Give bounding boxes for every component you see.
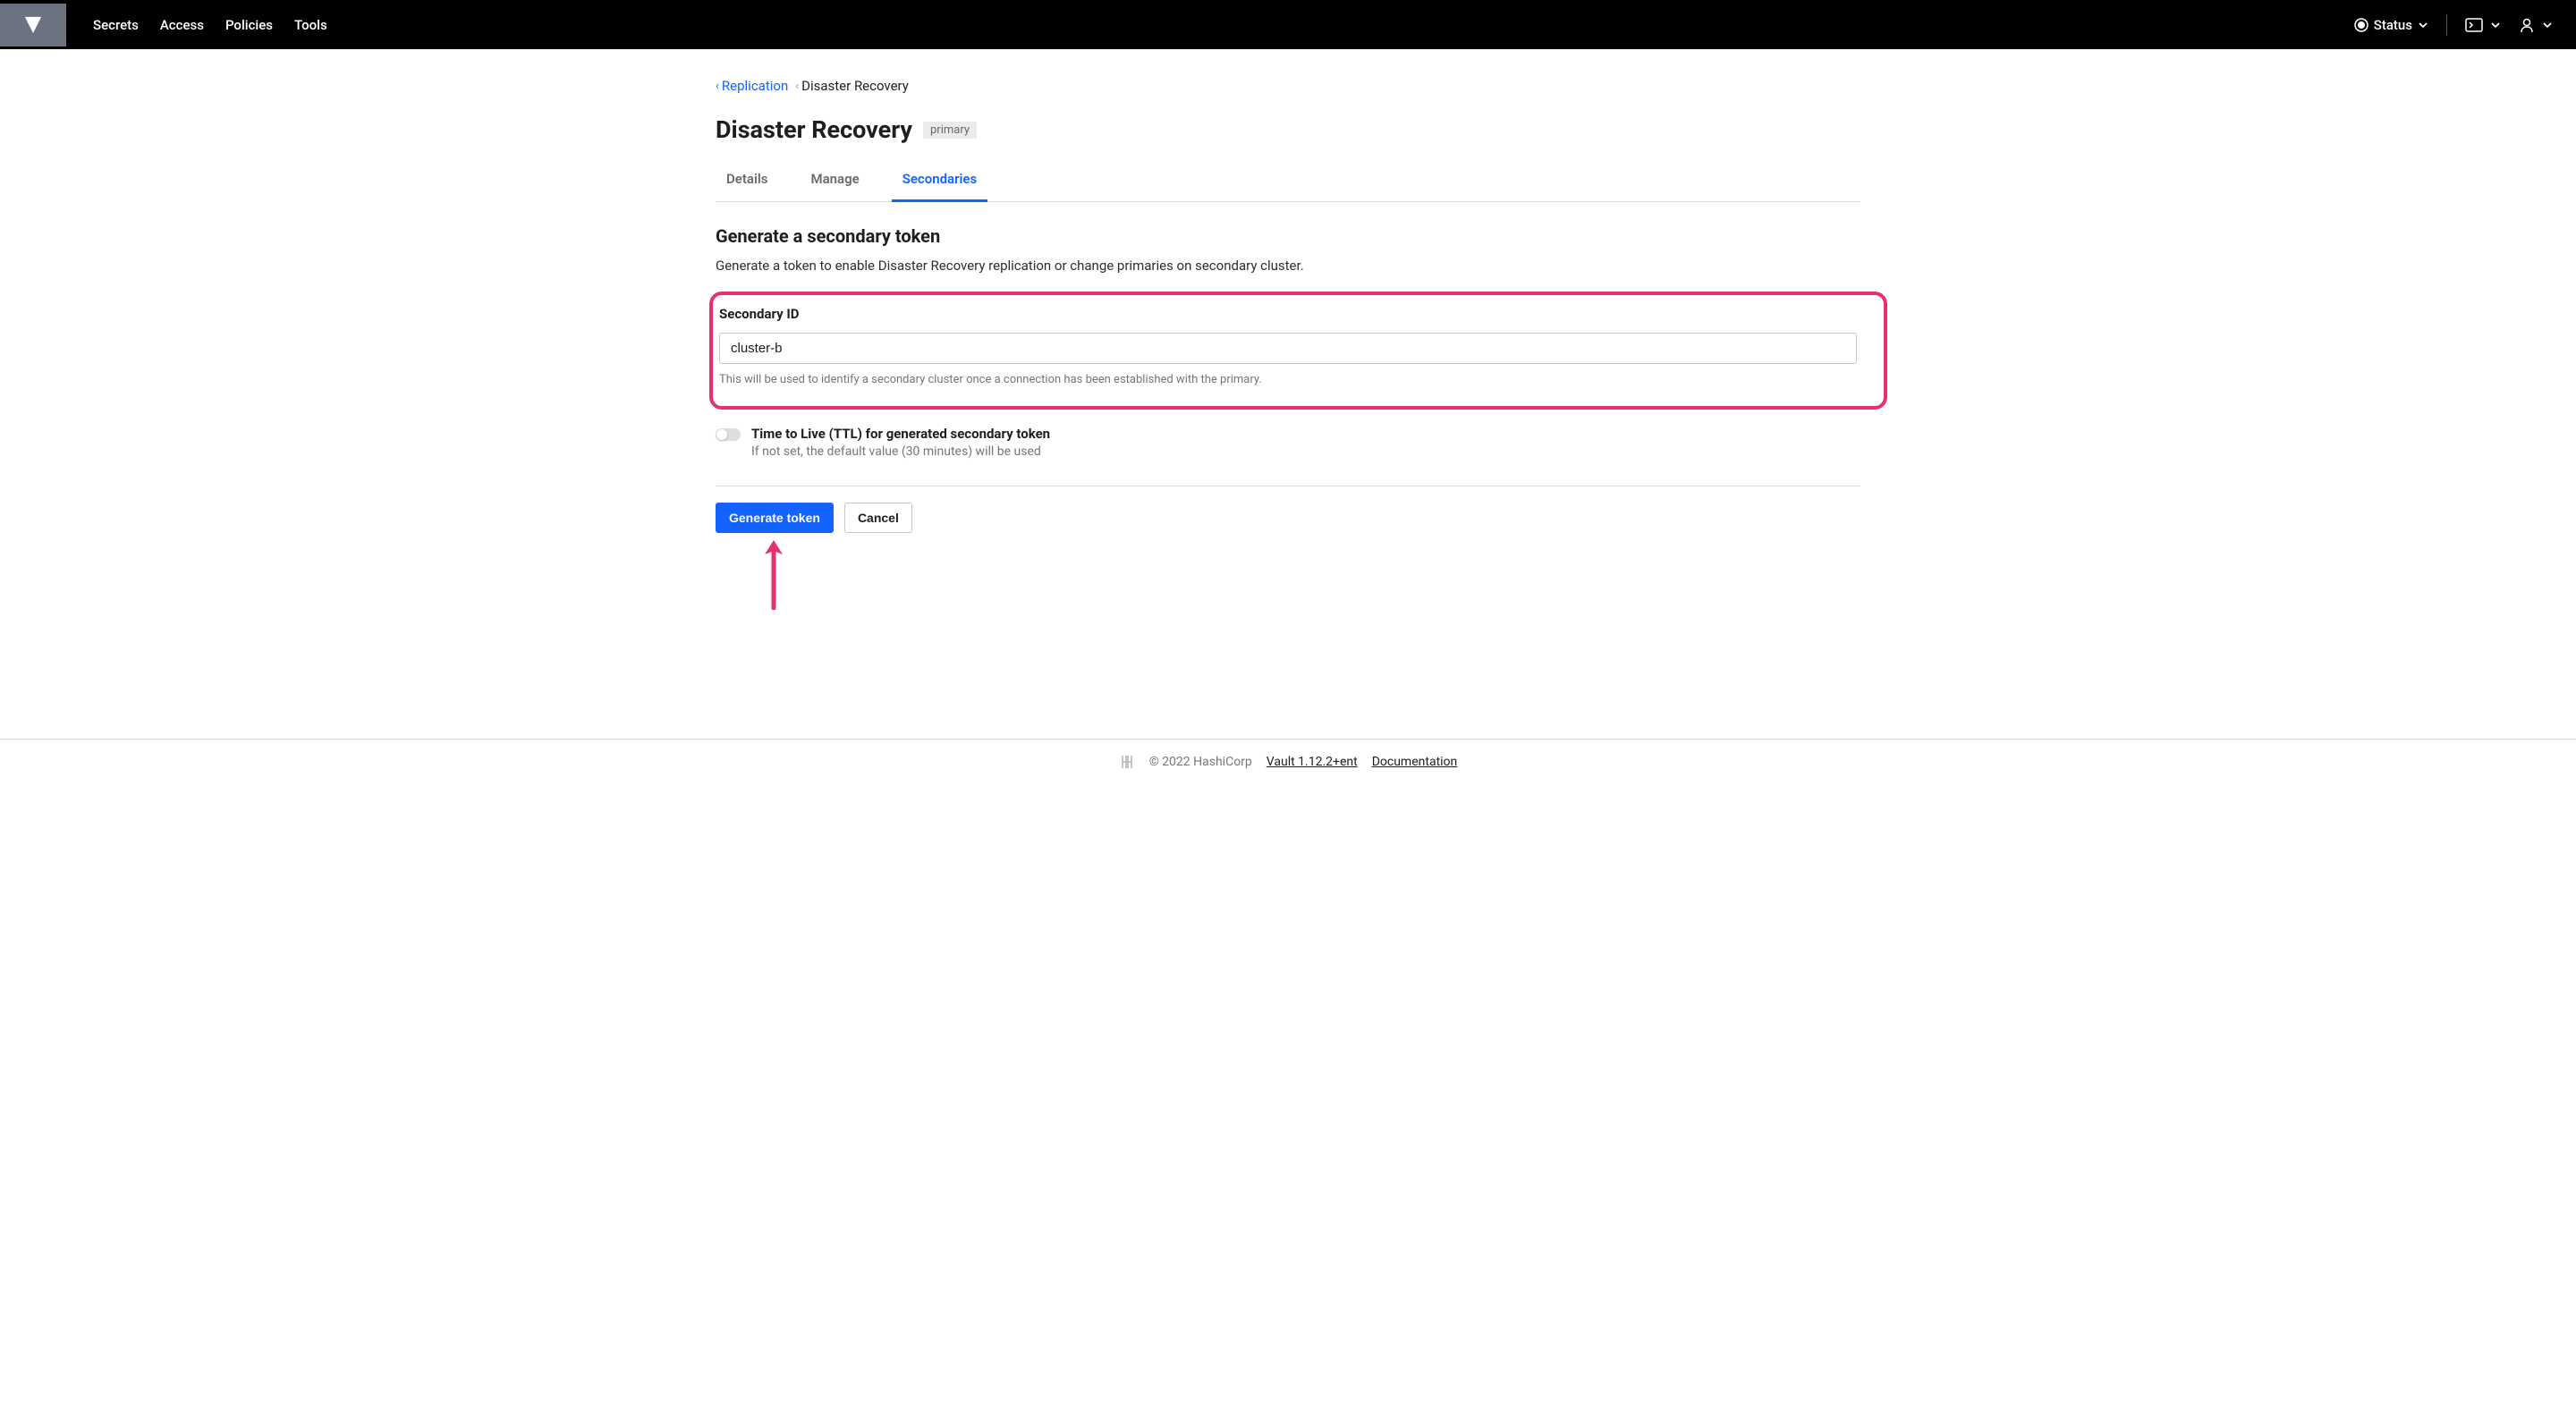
chevron-down-icon — [2418, 20, 2428, 30]
status-indicator-icon — [2354, 18, 2368, 32]
button-row: Generate token Cancel — [716, 503, 1860, 533]
highlight-annotation: Secondary ID This will be used to identi… — [709, 292, 1887, 410]
nav-secrets[interactable]: Secrets — [93, 17, 139, 33]
breadcrumb-current-label: Disaster Recovery — [801, 78, 909, 94]
tab-secondaries[interactable]: Secondaries — [892, 162, 988, 202]
breadcrumb: ‹ Replication ‹ Disaster Recovery — [716, 78, 1860, 94]
section-description: Generate a token to enable Disaster Reco… — [716, 258, 1860, 274]
section-title: Generate a secondary token — [716, 225, 1860, 247]
secondary-id-label: Secondary ID — [719, 306, 1857, 322]
ttl-label: Time to Live (TTL) for generated seconda… — [751, 426, 1050, 442]
user-icon — [2519, 17, 2535, 33]
page-header: Disaster Recovery primary — [716, 115, 1860, 144]
vault-logo[interactable] — [0, 4, 66, 47]
vault-icon — [23, 15, 43, 35]
divider — [2446, 14, 2447, 36]
ttl-toggle[interactable] — [716, 428, 741, 441]
ttl-row: Time to Live (TTL) for generated seconda… — [716, 410, 1860, 459]
chevron-down-icon — [2490, 20, 2501, 30]
navbar-right: Status — [2354, 14, 2576, 36]
chevron-left-icon: ‹ — [716, 80, 719, 93]
secondary-id-helper: This will be used to identify a secondar… — [719, 373, 1857, 386]
section: Generate a secondary token Generate a to… — [716, 202, 1860, 533]
footer-version[interactable]: Vault 1.12.2+ent — [1267, 755, 1358, 769]
user-dropdown[interactable] — [2519, 17, 2553, 33]
chevron-down-icon — [2542, 20, 2553, 30]
hashicorp-icon — [1119, 754, 1135, 770]
navbar-nav: Secrets Access Policies Tools — [93, 17, 2354, 33]
status-label: Status — [2374, 17, 2412, 33]
tab-details[interactable]: Details — [716, 162, 778, 202]
footer-documentation[interactable]: Documentation — [1372, 755, 1458, 769]
content: ‹ Replication ‹ Disaster Recovery Disast… — [653, 49, 1923, 533]
secondary-id-input[interactable] — [719, 333, 1857, 364]
nav-policies[interactable]: Policies — [225, 17, 273, 33]
footer-copyright: © 2022 HashiCorp — [1149, 755, 1252, 769]
chevron-left-icon: ‹ — [795, 80, 799, 93]
footer: © 2022 HashiCorp Vault 1.12.2+ent Docume… — [0, 739, 2576, 784]
generate-token-button[interactable]: Generate token — [716, 503, 834, 533]
status-dropdown[interactable]: Status — [2354, 17, 2428, 33]
arrow-annotation-icon — [760, 538, 787, 610]
breadcrumb-parent-label: Replication — [722, 78, 788, 94]
nav-access[interactable]: Access — [160, 17, 204, 33]
secondary-id-field: Secondary ID This will be used to identi… — [719, 306, 1857, 386]
nav-tools[interactable]: Tools — [294, 17, 327, 33]
tab-manage[interactable]: Manage — [800, 162, 869, 202]
breadcrumb-replication[interactable]: ‹ Replication — [716, 78, 788, 94]
navbar: Secrets Access Policies Tools Status — [0, 0, 2576, 49]
breadcrumb-current: ‹ Disaster Recovery — [795, 78, 909, 94]
primary-badge: primary — [923, 122, 977, 139]
cancel-button[interactable]: Cancel — [844, 503, 912, 533]
tabs: Details Manage Secondaries — [716, 162, 1860, 202]
ttl-helper: If not set, the default value (30 minute… — [751, 444, 1050, 459]
console-dropdown[interactable] — [2465, 18, 2501, 32]
terminal-icon — [2465, 18, 2483, 32]
page-title: Disaster Recovery — [716, 115, 912, 144]
